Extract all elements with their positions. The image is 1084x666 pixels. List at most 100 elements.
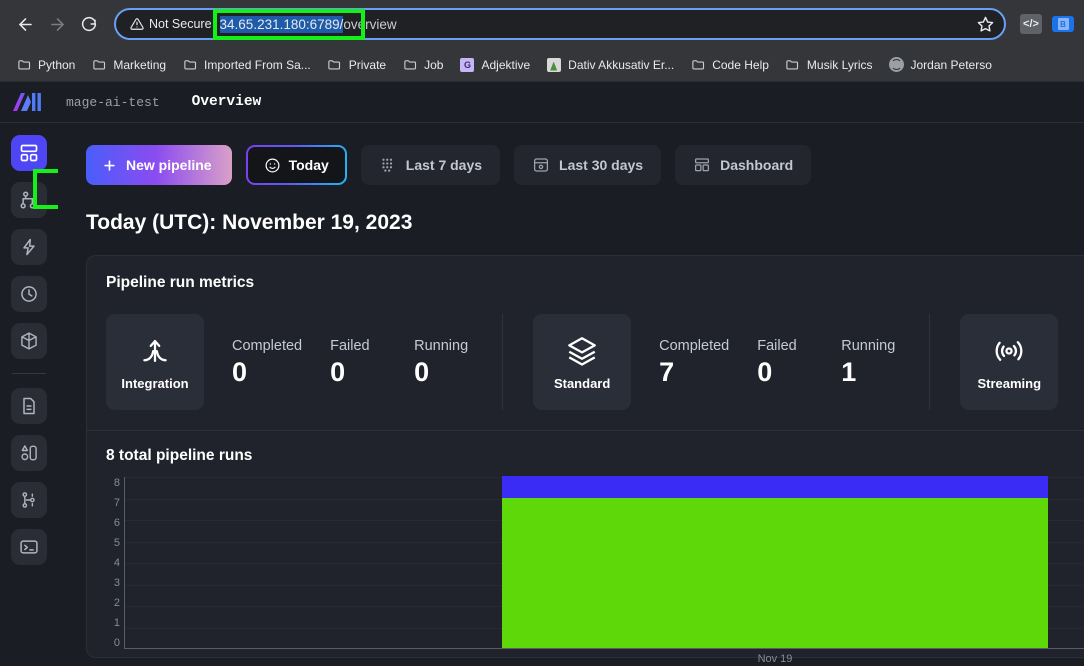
y-tick: 1	[113, 617, 120, 629]
metric-tile-label: Integration	[121, 375, 189, 391]
browser-toolbar: Not Secure 34.65.231.180:6789/overview <…	[0, 0, 1084, 48]
metric-stat-label: Running	[841, 338, 896, 354]
metric-tile-standard[interactable]: Standard	[533, 314, 632, 410]
sidebar-item-terminal[interactable]	[11, 529, 47, 565]
url-text[interactable]: 34.65.231.180:6789/overview	[219, 15, 966, 33]
streaming-waves-icon	[995, 340, 1023, 361]
bookmark-label: Adjektive	[481, 57, 531, 72]
new-pipeline-button[interactable]: New pipeline	[86, 145, 232, 185]
chart-shapes-icon	[21, 445, 37, 461]
chart-segment-running[interactable]	[502, 476, 1048, 498]
folder-icon	[785, 57, 801, 73]
last-30-days-button[interactable]: Last 30 days	[514, 145, 662, 185]
bookmark-item[interactable]: G Adjektive	[451, 53, 538, 77]
new-pipeline-label: New pipeline	[126, 157, 212, 173]
metric-stat-label: Running	[414, 338, 469, 354]
forward-button[interactable]	[42, 9, 72, 39]
y-tick: 6	[113, 517, 120, 529]
y-tick: 8	[113, 477, 120, 489]
sidebar-item-pipelines[interactable]	[11, 182, 47, 218]
sidebar-item-triggers[interactable]	[11, 229, 47, 265]
metric-stat-value: 7	[659, 357, 675, 387]
app-body: New pipeline Today Last 7 days Last 30 d…	[0, 123, 1084, 666]
image-favicon	[546, 57, 562, 73]
sidebar	[0, 123, 58, 666]
metric-stat-value: 1	[841, 357, 857, 387]
security-label: Not Secure	[149, 17, 212, 31]
y-tick: 2	[113, 597, 120, 609]
blue-extension-badge: B	[1057, 18, 1069, 30]
reload-icon	[81, 16, 97, 32]
metric-stat-label: Completed	[659, 338, 730, 354]
metric-tile-label: Streaming	[977, 375, 1042, 391]
bookmark-item[interactable]: Imported From Sa...	[174, 53, 319, 77]
today-button[interactable]: Today	[245, 145, 347, 185]
globe-favicon	[888, 57, 904, 73]
y-tick: 4	[113, 557, 120, 569]
blue-extension-icon[interactable]: B	[1052, 16, 1074, 32]
bookmark-label: Musik Lyrics	[806, 57, 873, 72]
folder-icon	[402, 57, 418, 73]
code-extension-icon[interactable]: </>	[1020, 14, 1042, 34]
dots-grid-icon	[382, 158, 392, 172]
bookmark-label: Code Help	[712, 57, 769, 72]
security-indicator[interactable]: Not Secure	[130, 17, 212, 31]
chart-heading: 8 total pipeline runs	[106, 447, 253, 464]
sidebar-item-version-control[interactable]	[11, 482, 47, 518]
plus-icon	[104, 159, 115, 171]
y-tick: 0	[113, 637, 120, 649]
last-7-days-button[interactable]: Last 7 days	[360, 145, 501, 185]
warning-triangle-icon	[130, 18, 144, 30]
sidebar-item-charts[interactable]	[11, 435, 47, 471]
url-remainder: overview	[343, 16, 397, 32]
back-button[interactable]	[10, 9, 40, 39]
dashboard-button[interactable]: Dashboard	[675, 145, 812, 185]
bookmark-label: Private	[348, 57, 387, 72]
bookmark-item[interactable]: Code Help	[682, 53, 777, 77]
bookmark-item[interactable]: Private	[319, 53, 394, 77]
bookmark-label: Jordan Peterso	[910, 57, 992, 72]
metric-stat-value: 0	[414, 357, 430, 387]
bookmark-label: Marketing	[113, 57, 167, 72]
y-tick: 5	[113, 537, 120, 549]
metric-stat: Running 1	[841, 338, 897, 386]
mage-logo[interactable]	[10, 91, 46, 113]
bookmark-item[interactable]: Python	[8, 53, 83, 77]
y-tick: 3	[113, 577, 120, 589]
dashboard-label: Dashboard	[720, 157, 794, 173]
metric-group-streaming: Streaming	[929, 314, 1084, 410]
sidebar-item-blocks[interactable]	[11, 323, 47, 359]
bookmark-star-button[interactable]	[972, 11, 998, 37]
chart-bar-stack[interactable]	[502, 476, 1048, 648]
sidebar-item-files[interactable]	[11, 388, 47, 424]
sidebar-item-runs[interactable]	[11, 276, 47, 312]
metric-stat-label: Failed	[757, 338, 797, 354]
integration-icon	[143, 339, 167, 362]
grammar-favicon: G	[459, 57, 475, 73]
project-name-chip[interactable]: mage-ai-test	[56, 91, 170, 114]
bookmark-item[interactable]: Musik Lyrics	[777, 53, 881, 77]
folder-icon	[91, 57, 107, 73]
chart-segment-completed[interactable]	[502, 497, 1048, 648]
metric-group-integration: Integration Completed 0 Failed 0 Running	[106, 314, 502, 410]
bookmark-item[interactable]: Job	[394, 53, 451, 77]
bookmark-label: Dativ Akkusativ Er...	[568, 57, 675, 72]
metric-stat-value: 0	[330, 357, 346, 387]
bookmark-item[interactable]: Jordan Peterso	[880, 53, 999, 77]
metric-tile-streaming[interactable]: Streaming	[960, 314, 1059, 410]
lightning-icon	[23, 238, 35, 256]
folder-icon	[182, 57, 198, 73]
bookmark-item[interactable]: Dativ Akkusativ Er...	[538, 53, 682, 77]
sidebar-item-overview[interactable]	[11, 135, 47, 171]
bookmarks-bar: Python Marketing Imported From Sa... Pri…	[0, 48, 1084, 82]
main-content: New pipeline Today Last 7 days Last 30 d…	[58, 123, 1084, 666]
metric-tile-integration[interactable]: Integration	[106, 314, 204, 410]
address-bar[interactable]: Not Secure 34.65.231.180:6789/overview	[114, 8, 1006, 40]
file-icon	[23, 397, 35, 415]
chart-x-tick: Nov 19	[757, 653, 793, 665]
forward-arrow-icon	[50, 17, 64, 31]
bookmark-item[interactable]: Marketing	[83, 53, 174, 77]
metric-stat-label: Failed	[330, 338, 370, 354]
reload-button[interactable]	[74, 9, 104, 39]
action-toolbar: New pipeline Today Last 7 days Last 30 d…	[86, 145, 1084, 185]
